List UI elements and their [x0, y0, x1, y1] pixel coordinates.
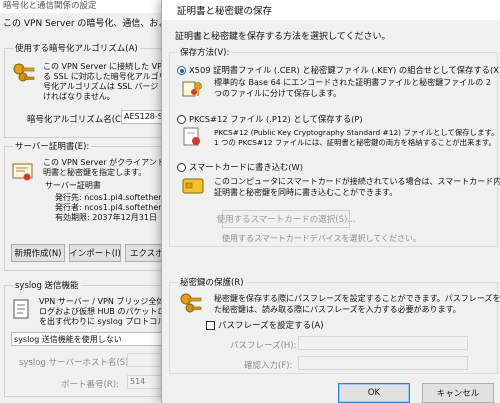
- syslog-mode-select[interactable]: syslog 送信機能を使用しない: [11, 332, 165, 346]
- dialog-intro: 証明書と秘密鍵を保存する方法を選択してください。: [175, 32, 391, 42]
- save-cert-dialog: 証明書と秘密鍵の保存 証明書と秘密鍵を保存する方法を選択してください。 保存方法…: [161, 0, 500, 403]
- certificate-desc-2: 明書と秘密鍵を指定します。: [43, 168, 147, 177]
- pkcs12-option-label[interactable]: PKCS#12 ファイル (.P12) として保存する(P): [189, 113, 363, 125]
- save-method-label: 保存方法(V):: [178, 46, 232, 58]
- x509-files-icon: [182, 81, 202, 97]
- smartcard-radio[interactable]: [177, 163, 186, 172]
- pkcs12-file-icon: [183, 127, 200, 146]
- algorithm-group-label: 使用する暗号化アルゴリズム(A): [13, 42, 140, 54]
- confirm-passphrase-label: 確認入力(F):: [244, 361, 293, 371]
- syslog-group: syslog 送信機能 VPN サーバー / VPN ブリッジ全体 ログおよび仮…: [4, 279, 166, 397]
- algorithm-name-label: 暗号化アルゴリズム名(C):: [27, 115, 128, 125]
- smartcard-desc-2: 証明書と秘密鍵を同時に書き込むことができます。: [214, 188, 398, 197]
- log-document-icon: [13, 299, 29, 319]
- algorithm-desc-4: ければなりません。: [43, 92, 115, 101]
- key-icon: [13, 63, 35, 82]
- x509-option-label[interactable]: X509 証明書ファイル (.CER) と秘密鍵ファイル (.KEY) の組合せ…: [189, 64, 500, 76]
- confirm-passphrase-input[interactable]: [298, 356, 468, 370]
- passphrase-input[interactable]: [298, 336, 468, 350]
- window-title: 暗号化と通信関係の設定: [3, 1, 97, 11]
- certificate-icon: [12, 163, 33, 181]
- smartcard-icon: [182, 178, 204, 194]
- smartcard-desc-1: このコンピュータにスマートカードが接続されている場合は、スマートカード内に: [214, 177, 500, 186]
- dialog-titlebar: 証明書と秘密鍵の保存: [162, 0, 500, 20]
- cancel-button[interactable]: キャンセル: [422, 383, 494, 403]
- save-method-group: 保存方法(V): X509 証明書ファイル (.CER) と秘密鍵ファイル (.…: [169, 46, 500, 247]
- pkcs12-desc-2: 1 つの PKCS#12 ファイルには、証明書と秘密鍵の両方を格納することが出来…: [214, 138, 496, 147]
- protection-desc-1: 秘密鍵を保存する際にパスフレーズを設定することができます。パスフレーズを設定し: [214, 294, 500, 303]
- x509-desc-2: つのファイルに分けて保存します。: [214, 89, 342, 98]
- import-button[interactable]: インポート(I): [69, 244, 121, 262]
- x509-desc-1: 標準的な Base 64 にエンコードされた証明書ファイルと秘密鍵ファイルの 2: [214, 78, 491, 87]
- syslog-port-input[interactable]: 514: [127, 375, 165, 389]
- ok-button[interactable]: OK: [338, 383, 410, 403]
- window-description: この VPN Server の暗号化、通信、およびセ: [3, 19, 186, 29]
- passphrase-label: パスフレーズ(H):: [230, 341, 297, 351]
- export-button[interactable]: エクスポー: [125, 244, 172, 262]
- server-certificate-group-label: サーバー証明書(E):: [13, 140, 92, 152]
- x509-radio[interactable]: [177, 66, 186, 75]
- key-protection-group: 秘密鍵の保護(R) 秘密鍵を保存する際にパスフレーズを設定することができます。パ…: [169, 276, 500, 374]
- key-protection-label: 秘密鍵の保護(R): [178, 276, 246, 288]
- new-certificate-button[interactable]: 新規作成(N): [11, 244, 65, 262]
- set-passphrase-label[interactable]: パスフレーズを設定する(A): [218, 319, 324, 331]
- select-smartcard-button[interactable]: 使用するスマートカードの選択(S)...: [217, 210, 355, 228]
- syslog-host-label: syslog サーバーホスト名(S):: [19, 358, 132, 368]
- syslog-desc-3: を出す代わりに syslog プロトコル: [39, 317, 166, 326]
- pkcs12-radio[interactable]: [177, 115, 186, 124]
- protection-desc-2: た秘密鍵は、読み取る際にパスフレーズを入力する必要があります。: [214, 305, 461, 314]
- smartcard-option-label[interactable]: スマートカードに書き込む(W): [189, 161, 303, 173]
- smartcard-hint: 使用するスマートカードデバイスを選択してください。: [222, 234, 422, 243]
- set-passphrase-checkbox[interactable]: [206, 321, 215, 330]
- certificate-expiry: 有効期限: 2037年12月31日: [55, 213, 157, 222]
- syslog-group-label: syslog 送信機能: [13, 279, 81, 291]
- server-certificate-sublabel: サーバー証明書: [45, 181, 101, 190]
- server-certificate-group: サーバー証明書(E): この VPN Server がクライアントに 明書と秘密…: [4, 140, 173, 271]
- syslog-host-input[interactable]: [127, 353, 165, 367]
- keys-icon: [180, 293, 202, 313]
- algorithm-name-select[interactable]: AES128-SH: [121, 110, 165, 124]
- algorithm-group: 使用する暗号化アルゴリズム(A) この VPN Server に接続した VPN…: [4, 42, 168, 138]
- syslog-port-label: ポート番号(R):: [61, 380, 119, 390]
- dialog-title: 証明書と秘密鍵の保存: [177, 6, 273, 17]
